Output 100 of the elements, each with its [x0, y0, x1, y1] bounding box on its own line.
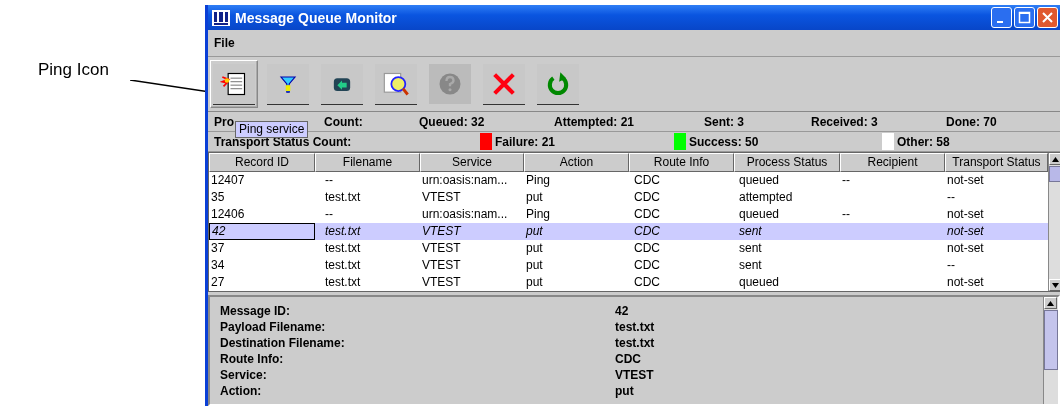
count-label: Count:	[324, 114, 363, 129]
table-cell-text: Ping	[525, 206, 552, 223]
scroll-up-icon	[1047, 300, 1054, 306]
count-text: Other: 58	[897, 134, 950, 149]
column-header[interactable]: Recipient	[840, 153, 945, 172]
table-cell-text: test.txt	[324, 257, 362, 274]
table-cell-text: CDC	[633, 189, 661, 206]
count-text: Done: 70	[946, 114, 998, 129]
menu-item[interactable]: File	[212, 36, 237, 50]
column-header[interactable]: Record ID	[209, 153, 315, 172]
table-cell-text: 27	[210, 274, 226, 291]
table-cell-text: --	[841, 206, 851, 223]
detail-label: Action:	[220, 383, 263, 399]
count-text: Failure: 21	[495, 134, 556, 149]
table-cell-text: urn:oasis:nam...	[421, 172, 509, 189]
table-cell-text: attempted	[738, 189, 794, 206]
table-cell-text: --	[324, 206, 334, 223]
table-cell-text: put	[525, 257, 544, 274]
detail-value: CDC	[615, 351, 642, 367]
count-text: Queued: 32	[419, 114, 486, 129]
column-header[interactable]: Action	[524, 153, 629, 172]
table-cell-text: CDC	[633, 257, 661, 274]
close-button[interactable]	[1037, 7, 1058, 28]
table-cell-text: CDC	[633, 274, 661, 291]
maximize-button[interactable]	[1014, 7, 1035, 28]
column-header[interactable]: Transport Status	[945, 153, 1048, 172]
table-cell-text: not-set	[946, 240, 985, 257]
table-cell-text: VTEST	[421, 189, 462, 206]
table-cell-text: 34	[210, 257, 226, 274]
minimize-button[interactable]	[991, 7, 1012, 28]
table-cell-text: CDC	[633, 172, 661, 189]
table-cell-text: test.txt	[324, 189, 362, 206]
count-text: Received: 3	[811, 114, 879, 129]
column-header[interactable]: Service	[420, 153, 524, 172]
minimize-icon	[996, 20, 1003, 23]
column-header[interactable]: Process Status	[734, 153, 840, 172]
scroll-thumb[interactable]	[1049, 166, 1060, 182]
table-cell-text: queued	[738, 206, 781, 223]
detail-value: VTEST	[615, 367, 655, 383]
detail-value: test.txt	[615, 335, 656, 351]
table-cell-text: test.txt	[324, 240, 362, 257]
detail-value: put	[615, 383, 635, 399]
table-cell-text: CDC	[633, 206, 661, 223]
scroll-up-icon	[1052, 156, 1059, 162]
detail-label: Service:	[220, 367, 268, 383]
table-cell-text: --	[946, 189, 956, 206]
table-cell-text: 37	[210, 240, 226, 257]
table-cell-text: not-set	[946, 206, 985, 223]
table-cell: 42	[209, 223, 315, 240]
detail-label: Destination Filename:	[220, 335, 346, 351]
table-cell-text: --	[946, 257, 956, 274]
table-cell-text: queued	[738, 172, 781, 189]
table-cell-text: VTEST	[421, 240, 462, 257]
table-cell-text: sent	[738, 240, 763, 257]
table-cell-text: --	[841, 172, 851, 189]
table-cell-text: test.txt	[324, 274, 362, 291]
table-cell-text: urn:oasis:nam...	[421, 206, 509, 223]
table-cell-text: not-set	[946, 274, 985, 291]
callout-label: Ping Icon	[38, 60, 109, 79]
table-cell-text: VTEST	[421, 274, 462, 291]
table-cell: CDC	[629, 223, 734, 240]
scroll-thumb[interactable]	[1044, 310, 1058, 370]
close-icon	[1041, 11, 1054, 24]
detail-label: Message ID:	[220, 303, 292, 319]
count-text: Success: 50	[689, 134, 759, 149]
detail-label: Payload Filename:	[220, 319, 327, 335]
table-cell-text: put	[525, 189, 544, 206]
table-cell-text: CDC	[633, 240, 661, 257]
detail-label: Route Info:	[220, 351, 285, 367]
table-cell: put	[524, 223, 629, 240]
count-text: Attempted: 21	[554, 114, 635, 129]
window-title: Message Queue Monitor	[235, 9, 398, 26]
app-icon	[212, 9, 230, 26]
table-cell-text: 12406	[210, 206, 246, 223]
table-cell: VTEST	[420, 223, 524, 240]
scrollbar[interactable]	[1048, 153, 1060, 291]
tooltip: Ping service	[235, 121, 309, 138]
maximize-icon	[1018, 11, 1031, 24]
table-cell-text: --	[324, 172, 334, 189]
table-cell-text: Ping	[525, 172, 552, 189]
table-cell-text: put	[525, 240, 544, 257]
count-label: Pro	[214, 114, 234, 129]
column-header[interactable]: Route Info	[629, 153, 734, 172]
scroll-down-icon	[1052, 282, 1059, 288]
table-cell-text: put	[525, 274, 544, 291]
table-cell-text: VTEST	[421, 257, 462, 274]
detail-value: test.txt	[615, 319, 656, 335]
count-text: Sent: 3	[704, 114, 745, 129]
table-cell-text: sent	[738, 257, 763, 274]
table-cell-text: 35	[210, 189, 226, 206]
column-header[interactable]: Filename	[315, 153, 420, 172]
table-cell: sent	[734, 223, 840, 240]
table-cell-text: queued	[738, 274, 781, 291]
table-cell-text: not-set	[946, 172, 985, 189]
toolbar-button[interactable]	[210, 60, 258, 108]
table-cell: not-set	[945, 223, 1048, 240]
detail-value: 42	[615, 303, 630, 319]
table-cell-text: 12407	[210, 172, 246, 189]
table-cell: test.txt	[315, 223, 420, 240]
scrollbar[interactable]	[1043, 297, 1058, 404]
